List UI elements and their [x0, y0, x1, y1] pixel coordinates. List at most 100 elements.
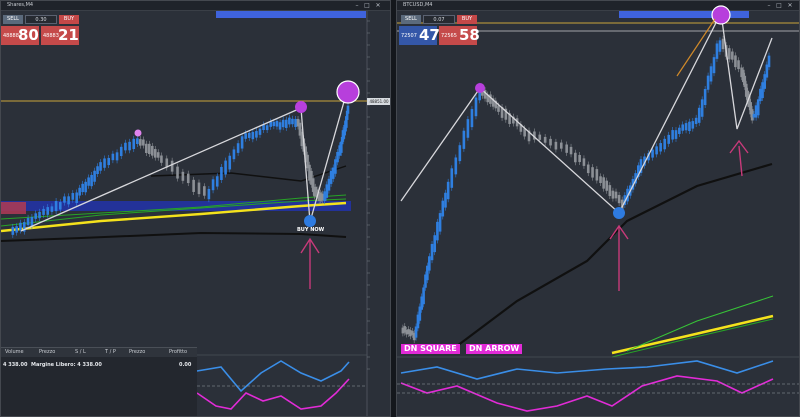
candle-body	[93, 170, 96, 182]
dn-square-label: DN SQUARE	[401, 344, 460, 354]
candle-body	[71, 193, 75, 200]
candle-body	[124, 142, 127, 151]
candle-body	[75, 192, 78, 203]
col-profit[interactable]: Profitto	[169, 348, 187, 357]
swing-dot-small	[134, 129, 142, 137]
candle-body	[132, 138, 136, 150]
oscillator-pink	[400, 375, 774, 412]
buy-now-label: BUY NOW	[297, 227, 325, 233]
candle-body	[574, 152, 577, 163]
candle-body	[565, 144, 568, 153]
ma-black	[456, 162, 773, 347]
candle-body	[497, 105, 500, 112]
candle-body	[436, 221, 439, 241]
candle-body	[63, 196, 66, 203]
candle-body	[281, 119, 285, 128]
candle-body	[288, 117, 291, 125]
buy-button[interactable]: BUY	[59, 15, 79, 24]
candle-body	[284, 119, 288, 128]
col-price2[interactable]: Prezzo	[129, 348, 145, 357]
candle-body	[30, 216, 34, 227]
candle-body	[15, 226, 18, 233]
col-volume[interactable]: Volume	[5, 348, 24, 357]
candle-body	[50, 206, 54, 212]
buy-dot	[304, 215, 316, 227]
candle-body	[430, 243, 434, 261]
candle-body	[470, 109, 474, 128]
buy-button[interactable]: BUY	[457, 15, 477, 24]
ask-price-box[interactable]: 48883 21	[41, 26, 79, 45]
candle-body	[700, 99, 704, 117]
candle-body	[269, 121, 273, 127]
chart-window-right[interactable]: BTCUSD,M4 – □ ✕ SELL 0.07 BUY 72507 47 7…	[396, 0, 800, 417]
candle-body	[142, 139, 145, 146]
candle-body	[712, 57, 716, 74]
oscillator-blue	[196, 360, 350, 393]
candle-body	[153, 149, 157, 158]
candle-body	[706, 75, 710, 90]
candle-body	[608, 185, 612, 197]
ask-big: 21	[58, 26, 79, 44]
candle-body	[538, 134, 542, 140]
candle-body	[438, 213, 442, 232]
candle-body	[258, 128, 262, 135]
candle-body	[422, 287, 425, 305]
candle-body	[139, 139, 142, 146]
candle-body	[26, 217, 30, 226]
free-margin: Margine Libero: 4 338.00	[31, 362, 102, 368]
bid-price-box[interactable]: 72507 47	[399, 26, 440, 45]
chart-window-left[interactable]: Shares,M4 – □ ✕ SELL 0.30 BUY 48888 80 4…	[0, 0, 391, 417]
candle-body	[192, 179, 195, 192]
candle-body	[605, 180, 609, 191]
swing-dot	[295, 101, 307, 113]
candle-body	[58, 202, 62, 210]
volume-field[interactable]: 0.30	[25, 15, 57, 24]
candle-body	[721, 38, 725, 50]
candle-body	[224, 160, 227, 175]
current-price-tag: 48851.00	[367, 98, 390, 105]
candle-body	[614, 191, 618, 199]
positions-header: Volume Prezzo S / L T / P Prezzo Profitt…	[1, 348, 197, 357]
sell-button[interactable]: SELL	[401, 15, 421, 24]
top-blue-bar	[216, 11, 366, 18]
candle-body	[78, 187, 81, 196]
price-chart-right[interactable]	[397, 1, 800, 417]
candle-body	[671, 130, 674, 140]
candle-body	[591, 167, 594, 178]
bid-price-box[interactable]: 48888 80	[1, 26, 39, 45]
one-click-trading-left: SELL 0.30 BUY 48888 80 48883 21	[1, 15, 81, 46]
col-price[interactable]: Prezzo	[39, 348, 55, 357]
candle-body	[611, 190, 615, 199]
balance-value: 4 338.00	[3, 362, 28, 368]
col-tp[interactable]: T / P	[105, 348, 116, 357]
candle-body	[655, 146, 658, 155]
positions-panel: Volume Prezzo S / L T / P Prezzo Profitt…	[1, 347, 197, 416]
sell-button[interactable]: SELL	[3, 15, 23, 24]
candle-body	[691, 121, 695, 129]
candle-body	[697, 107, 701, 123]
candle-body	[554, 141, 558, 150]
candle-body	[294, 118, 297, 127]
candle-body	[156, 152, 160, 158]
candle-body	[150, 145, 154, 156]
candle-body	[428, 256, 431, 271]
candle-body	[543, 136, 547, 143]
volume-field[interactable]: 0.07	[423, 15, 455, 24]
candle-body	[87, 177, 90, 186]
bid-small: 48888	[3, 33, 19, 39]
candle-body	[444, 192, 447, 208]
ask-big: 58	[459, 26, 480, 44]
candle-body	[197, 182, 201, 195]
candle-body	[90, 174, 93, 187]
balance-row[interactable]: 4 338.00 Margine Libero: 4 338.00 0.00	[1, 361, 197, 370]
ask-price-box[interactable]: 72565 58	[439, 26, 480, 45]
signal-circle	[336, 80, 360, 104]
candle-body	[145, 143, 148, 154]
candle-body	[441, 200, 445, 217]
ask-small: 72565	[441, 33, 457, 39]
candle-body	[215, 176, 219, 187]
candle-body	[207, 188, 211, 200]
col-sl[interactable]: S / L	[75, 348, 86, 357]
candle-body	[136, 138, 139, 144]
candle-body	[582, 158, 586, 166]
